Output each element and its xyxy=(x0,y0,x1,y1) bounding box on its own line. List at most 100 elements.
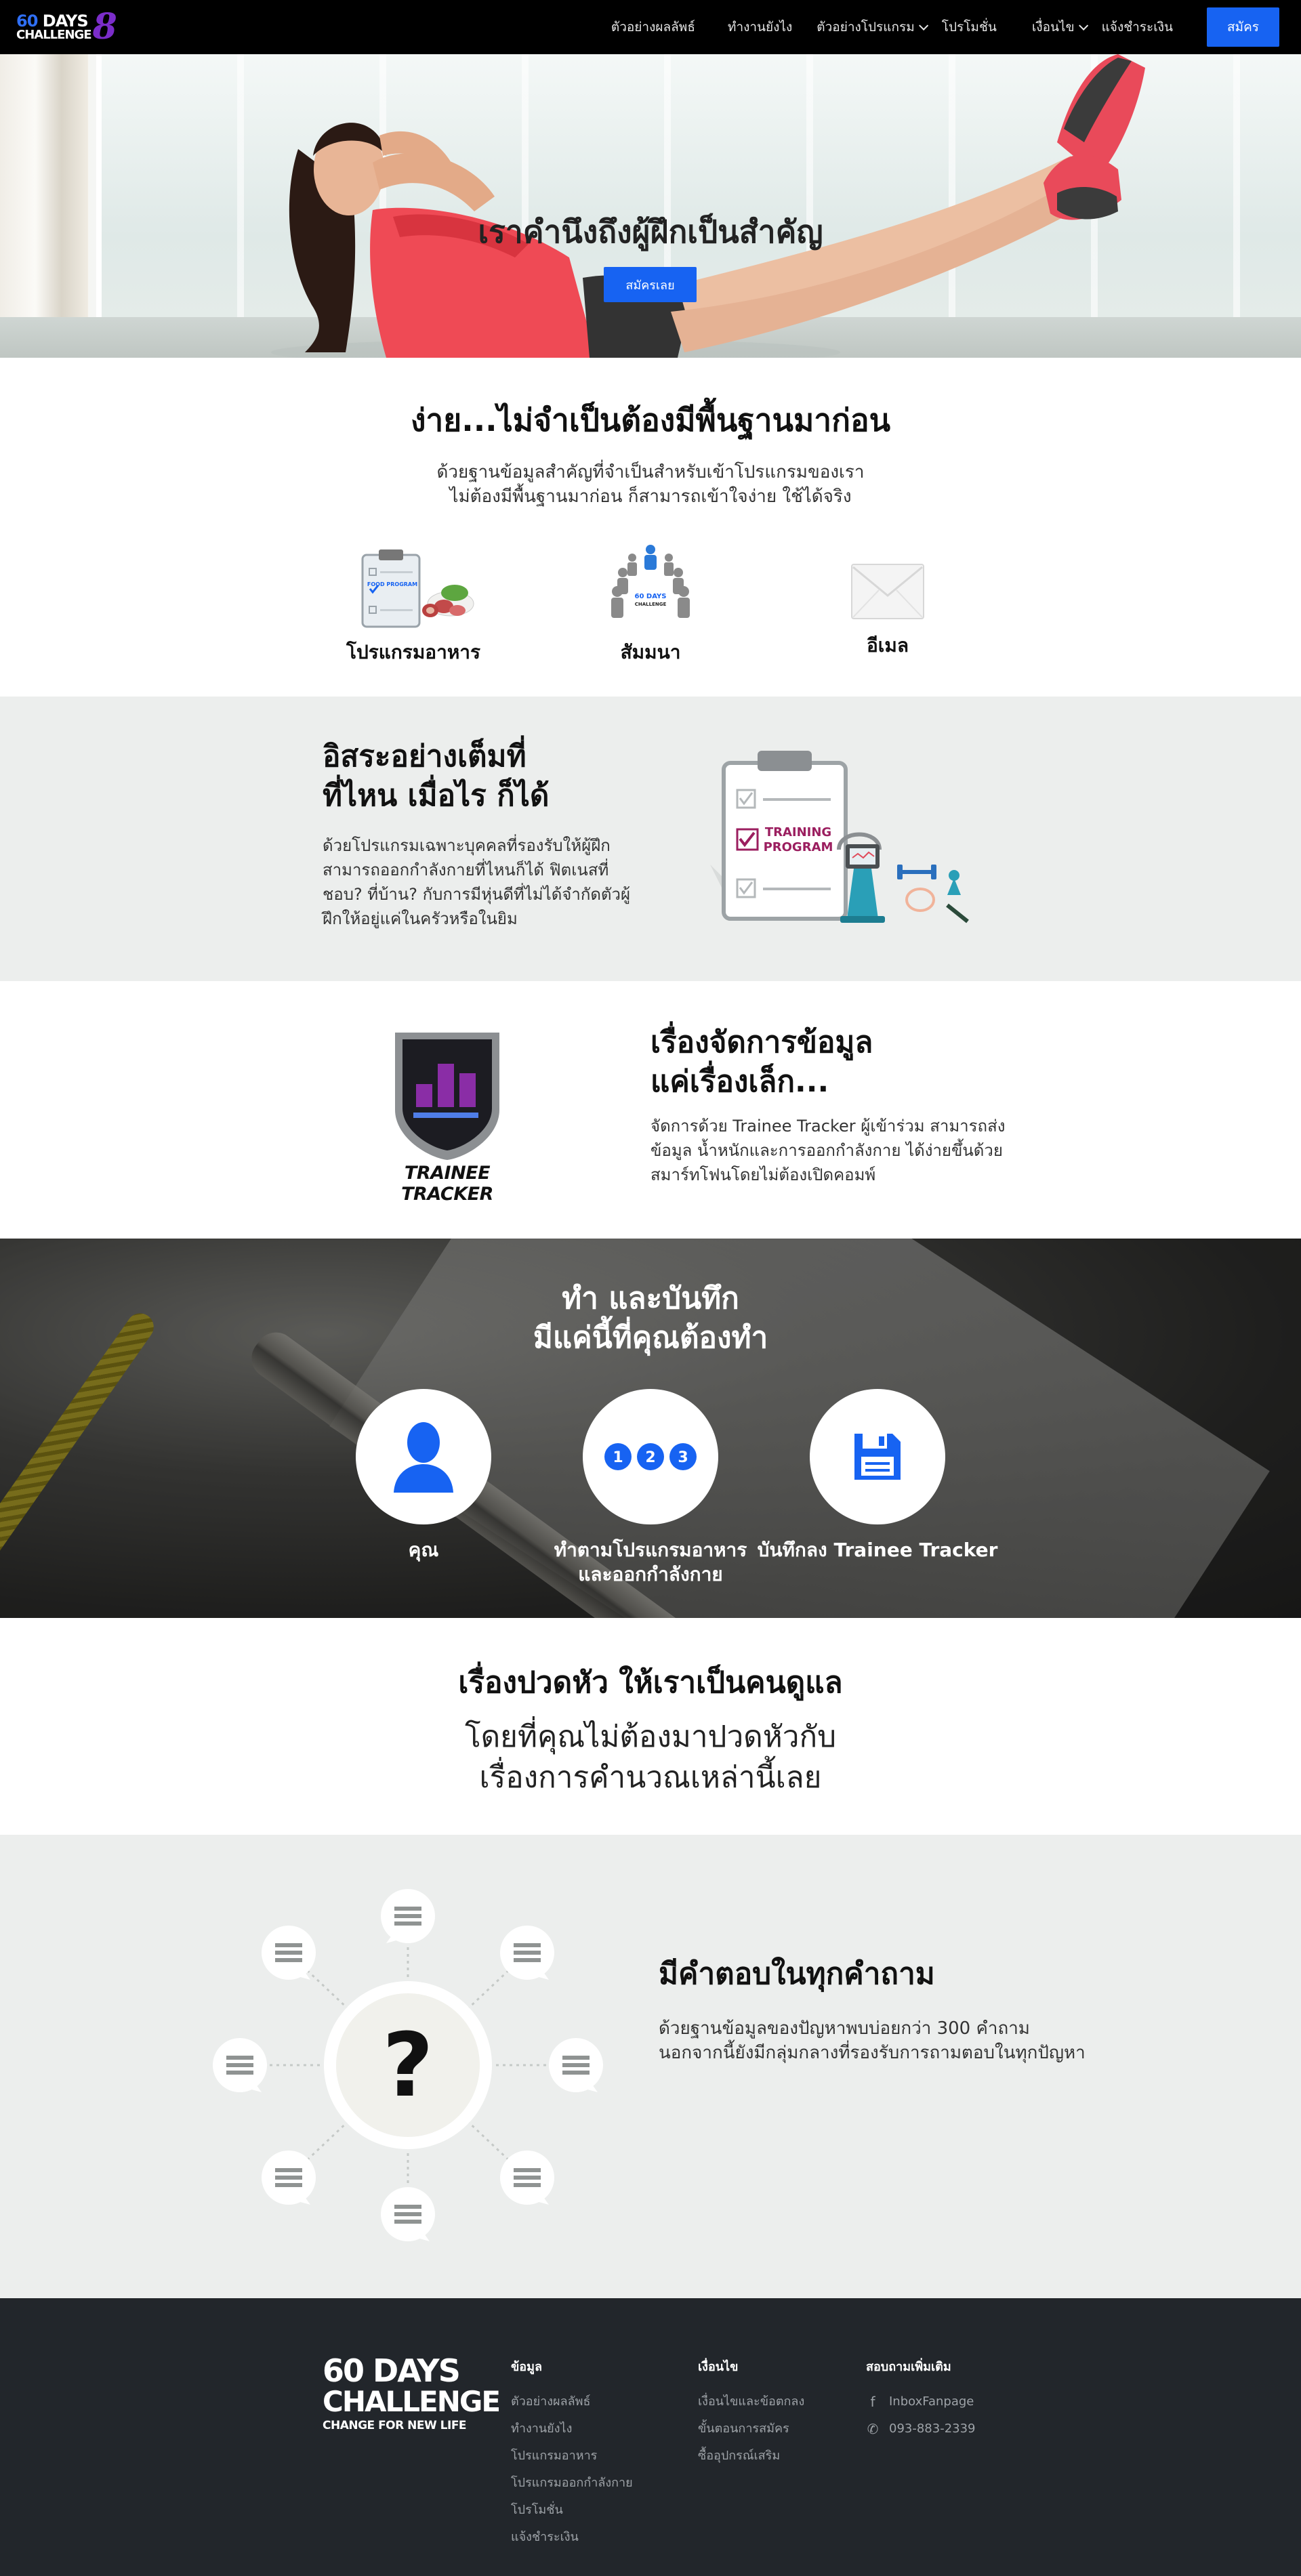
menu-item-conditions[interactable]: เงื่อนไข xyxy=(1032,17,1088,37)
step-label-line: บันทึกลง Trainee Tracker xyxy=(757,1539,998,1561)
feature-food-program: FOOD PROGRAM โปรแกรมอาหาร xyxy=(346,541,481,667)
hero-woman-image xyxy=(271,54,1145,358)
step-number: 2 xyxy=(645,1449,655,1466)
footer-link[interactable]: โปรโมชั่น xyxy=(511,2497,633,2524)
worry-body: โดยที่คุณไม่ต้องมาปวดหัวกับ เรื่องการคำน… xyxy=(0,1717,1301,1798)
feature-label: อีเมล xyxy=(866,634,909,657)
hero-signup-button[interactable]: สมัครเลย xyxy=(604,267,697,302)
signup-button[interactable]: สมัคร xyxy=(1206,7,1279,47)
easy-subtitle-line: ไม่ต้องมีพื้นฐานมาก่อน ก็สามารถเข้าใจง่า… xyxy=(449,486,852,507)
site-footer: 60 DAYS CHALLENGE CHANGE FOR NEW LIFE ข้… xyxy=(0,2298,1301,2576)
step-label: คุณ xyxy=(409,1538,439,1562)
logo-mark: 8 xyxy=(92,6,117,47)
footer-phone-link[interactable]: ✆ 093-883-2339 xyxy=(866,2415,976,2443)
seminar-logo-text: 60 DAYS xyxy=(635,593,667,600)
feature-label: โปรแกรมอาหาร xyxy=(346,641,481,663)
feature-seminar: 60 DAYS CHALLENGE สัมมนา xyxy=(583,541,718,667)
hero-background-frame xyxy=(96,54,102,358)
easy-title: ง่าย...ไม่จำเป็นต้องมีพื้นฐานมาก่อน xyxy=(410,402,891,438)
chevron-down-icon xyxy=(1078,20,1088,30)
numbered-steps-icon: 1 2 3 xyxy=(604,1443,697,1470)
freedom-title-line: ที่ไหน เมื่อไร ก็ได้ xyxy=(323,778,550,813)
step-circle: 1 2 3 xyxy=(583,1389,718,1524)
steps-title-line: มีแค่นี้ที่คุณต้องทำ xyxy=(533,1321,768,1355)
training-program-text: PROGRAM xyxy=(764,840,833,854)
faq-body: ด้วยฐานข้อมูลของปัญหาพบบ่อยกว่า 300 คำถา… xyxy=(659,2018,1086,2063)
feature-label: สัมมนา xyxy=(620,641,681,663)
footer-logo-line: 60 DAYS xyxy=(323,2352,461,2389)
faq-illustration: ? xyxy=(213,1889,603,2241)
step-circle xyxy=(356,1389,491,1524)
faq-question-mark: ? xyxy=(382,2014,433,2117)
faq-title: มีคำตอบในทุกคำถาม xyxy=(659,1957,935,1991)
menu-item-payment[interactable]: แจ้งชำระเงิน xyxy=(1102,17,1173,37)
footer-column-title: เงื่อนไข xyxy=(698,2360,739,2374)
hero-banner: เราคำนึงถึงผู้ฝึกเป็นสำคัญ สมัครเลย xyxy=(0,54,1301,358)
food-program-icon: FOOD PROGRAM xyxy=(361,549,474,628)
menu-item-label: โปรโมชั่น xyxy=(941,20,997,35)
tracker-title-line: เรื่องจัดการข้อมูล xyxy=(650,1025,873,1060)
chevron-down-icon xyxy=(918,20,928,30)
worry-body-line: โดยที่คุณไม่ต้องมาปวดหัวกับ xyxy=(464,1720,837,1754)
trainee-tracker-badge xyxy=(395,1033,499,1160)
training-program-illustration: TRAINING PROGRAM xyxy=(710,751,969,923)
footer-link[interactable]: ซื้ออุปกรณ์เสริม xyxy=(698,2443,804,2470)
footer-column-title: ข้อมูล xyxy=(511,2360,543,2374)
steps-title-line: ทำ และบันทึก xyxy=(562,1281,739,1316)
footer-facebook-link[interactable]: f InboxFanpage xyxy=(866,2388,976,2415)
footer-link[interactable]: ขั้นตอนการสมัคร xyxy=(698,2415,804,2443)
menu-item-promotion[interactable]: โปรโมชั่น xyxy=(942,17,997,37)
footer-link[interactable]: โปรแกรมอาหาร xyxy=(511,2443,633,2470)
step-circle xyxy=(810,1389,945,1524)
footer-link-label: 093-883-2339 xyxy=(889,2422,976,2436)
menu-item-label: ทำงานยังไง xyxy=(727,20,793,35)
feature-email: อีเมล xyxy=(820,541,955,667)
email-icon xyxy=(851,564,924,619)
feature-list: FOOD PROGRAM โปรแกรมอาหาร 60 DAYS CHALLE… xyxy=(0,541,1301,667)
food-program-text: FOOD PROGRAM xyxy=(367,581,417,587)
menu-item-how-it-works[interactable]: ทำงานยังไง xyxy=(728,17,792,37)
step-follow-program: 1 2 3 ทำตามโปรแกรมอาหาร และออกกำลังกาย xyxy=(554,1389,747,1587)
step-label: บันทึกลง Trainee Tracker xyxy=(758,1538,998,1562)
menu-item-label: แจ้งชำระเงิน xyxy=(1101,20,1173,35)
worry-body-line: เรื่องการคำนวณเหล่านี้เลย xyxy=(479,1760,822,1795)
footer-logo-line: CHALLENGE xyxy=(323,2385,501,2418)
menu-item-label: ตัวอย่างผลลัพธ์ xyxy=(611,20,695,35)
freedom-title: อิสระอย่างเต็มที่ ที่ไหน เมื่อไร ก็ได้ xyxy=(323,737,648,816)
easy-section: ง่าย...ไม่จำเป็นต้องมีพื้นฐานมาก่อน ด้วย… xyxy=(0,358,1301,697)
easy-subtitle: ด้วยฐานข้อมูลสำคัญที่จำเป็นสำหรับเข้าโปร… xyxy=(0,460,1301,509)
step-number: 3 xyxy=(678,1449,688,1466)
tracker-section: TRAINEE TRACKER เรื่องจัดการข้อมูล แค่เร… xyxy=(0,981,1301,1239)
easy-subtitle-line: ด้วยฐานข้อมูลสำคัญที่จำเป็นสำหรับเข้าโปร… xyxy=(436,462,865,482)
freedom-section: อิสระอย่างเต็มที่ ที่ไหน เมื่อไร ก็ได้ ด… xyxy=(0,697,1301,981)
worry-title: เรื่องปวดหัว ให้เราเป็นคนดูแล xyxy=(458,1665,843,1700)
phone-icon: ✆ xyxy=(867,2421,879,2437)
footer-link[interactable]: เงื่อนไขและข้อตกลง xyxy=(698,2388,804,2415)
hero-title: เราคำนึงถึงผู้ฝึกเป็นสำคัญ xyxy=(478,213,823,250)
tracker-body: จัดการด้วย Trainee Tracker ผู้เข้าร่วม ส… xyxy=(650,1117,1006,1184)
footer-link[interactable]: ตัวอย่างผลลัพธ์ xyxy=(511,2388,633,2415)
footer-link[interactable]: แจ้งชำระเงิน xyxy=(511,2524,633,2551)
menu-item-results[interactable]: ตัวอย่างผลลัพธ์ xyxy=(611,17,695,37)
facebook-icon: f xyxy=(870,2394,875,2410)
user-icon xyxy=(394,1422,453,1493)
step-save-tracker: บันทึกลง Trainee Tracker xyxy=(758,1389,997,1587)
site-logo[interactable]: 60 DAYS CHALLENGE 8 xyxy=(16,9,117,45)
footer-logo[interactable]: 60 DAYS CHALLENGE CHANGE FOR NEW LIFE xyxy=(323,2352,501,2432)
step-label-line: และออกกำลังกาย xyxy=(578,1563,723,1585)
trainee-tracker-label: TRAINEE TRACKER xyxy=(401,1163,493,1205)
footer-link[interactable]: โปรแกรมออกกำลังกาย xyxy=(511,2470,633,2497)
main-menu: ตัวอย่างผลลัพธ์ ทำงานยังไง ตัวอย่างโปรแก… xyxy=(595,7,1285,47)
seminar-icon: 60 DAYS CHALLENGE xyxy=(611,545,690,618)
tracker-title-line: แค่เรื่องเล็ก... xyxy=(650,1064,829,1099)
seminar-logo-subtext: CHALLENGE xyxy=(635,602,667,607)
steps-section: ทำ และบันทึก มีแค่นี้ที่คุณต้องทำ คุณ 1 xyxy=(0,1239,1301,1618)
step-label: ทำตามโปรแกรมอาหาร และออกกำลังกาย xyxy=(554,1538,747,1587)
footer-logo-tagline: CHANGE FOR NEW LIFE xyxy=(323,2419,467,2432)
footer-column-conditions: เงื่อนไข เงื่อนไขและข้อตกลง ขั้นตอนการสม… xyxy=(698,2356,804,2470)
top-navbar: 60 DAYS CHALLENGE 8 ตัวอย่างผลลัพธ์ ทำงา… xyxy=(0,0,1301,54)
step-label-line: คุณ xyxy=(408,1539,439,1561)
footer-link[interactable]: ทำงานยังไง xyxy=(511,2415,633,2443)
menu-item-program-examples[interactable]: ตัวอย่างโปรแกรม xyxy=(817,17,928,37)
hero-background-curtain xyxy=(0,54,88,358)
